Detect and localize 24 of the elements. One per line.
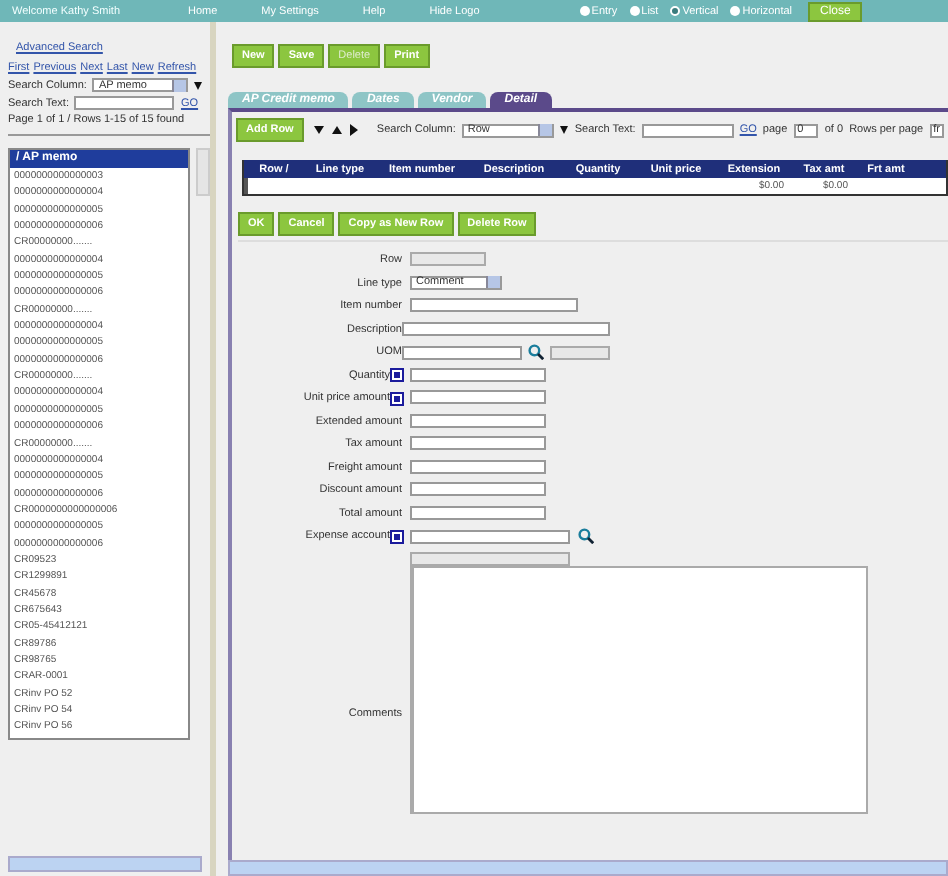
- search-text-field[interactable]: [641, 123, 734, 137]
- uom-description-field: [550, 345, 610, 359]
- input-field[interactable]: [410, 367, 546, 381]
- input-field[interactable]: [410, 413, 546, 427]
- vertical-scrollbar[interactable]: [196, 148, 210, 196]
- input-field[interactable]: [410, 390, 546, 404]
- filter-icon[interactable]: [194, 81, 203, 89]
- dropdown-icon: [172, 79, 187, 91]
- dropdown-icon: [538, 124, 553, 136]
- input-field[interactable]: [402, 345, 522, 359]
- input-field[interactable]: [410, 298, 578, 312]
- search-text-field[interactable]: [74, 96, 175, 110]
- input-field[interactable]: [410, 436, 546, 450]
- row-field: [410, 252, 486, 266]
- filter-icon[interactable]: [560, 126, 569, 134]
- comments-field[interactable]: [410, 566, 868, 814]
- input-field[interactable]: [410, 482, 546, 496]
- input-field[interactable]: [410, 529, 570, 543]
- input-field[interactable]: [410, 459, 546, 473]
- search-icon[interactable]: [578, 528, 594, 544]
- input-field[interactable]: [410, 505, 546, 519]
- search-icon[interactable]: [528, 344, 544, 360]
- input-field[interactable]: [402, 321, 610, 335]
- dropdown-icon: [486, 276, 500, 288]
